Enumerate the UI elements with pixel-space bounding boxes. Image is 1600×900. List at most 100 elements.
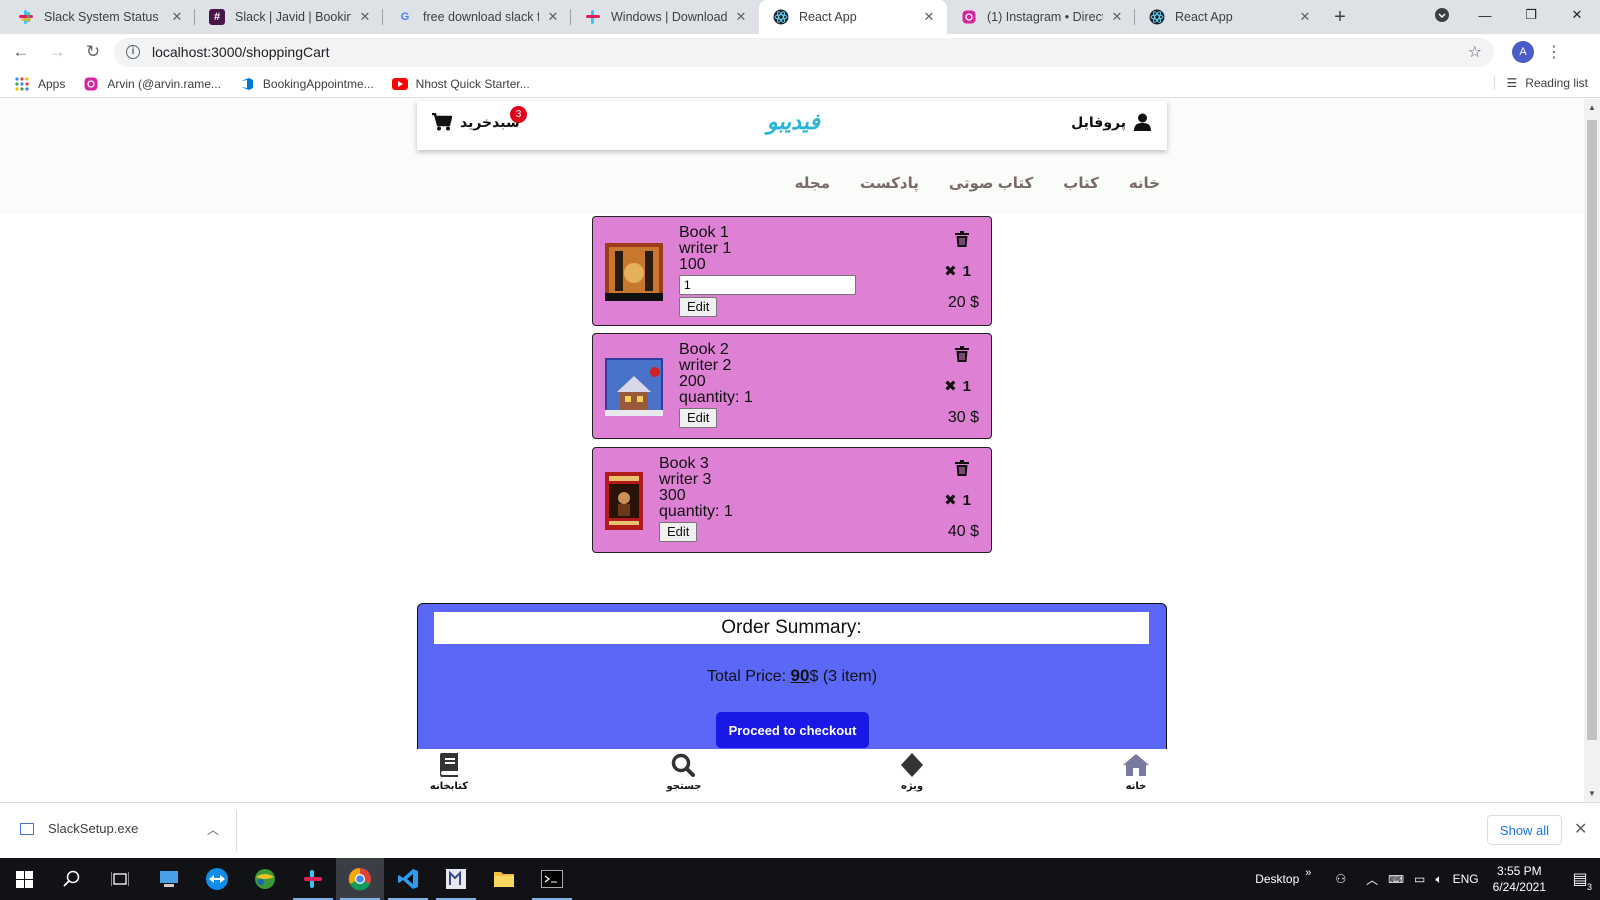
page-scrollbar[interactable]: ▲ ▼: [1584, 99, 1600, 802]
bookmark-instagram[interactable]: Arvin (@arvin.rame...: [83, 76, 221, 92]
nav-books[interactable]: کتاب: [1063, 174, 1099, 192]
edit-button[interactable]: Edit: [659, 522, 698, 542]
chrome-icon[interactable]: [346, 865, 374, 893]
profile-label: پروفایل: [1071, 113, 1126, 130]
close-icon[interactable]: ✕: [545, 9, 561, 25]
edit-button[interactable]: Edit: [679, 408, 718, 428]
bottom-nav-label: خانه: [1125, 781, 1147, 792]
address-bar[interactable]: i localhost:3000/shoppingCart ☆: [114, 37, 1494, 67]
profile-link[interactable]: پروفایل: [1071, 113, 1151, 131]
windows-start-icon[interactable]: [10, 865, 38, 893]
computer-app-icon[interactable]: [155, 865, 183, 893]
slack-icon[interactable]: [299, 865, 327, 893]
bookmarks-bar: Apps Arvin (@arvin.rame... BookingAppoin…: [0, 70, 1600, 98]
bookmark-nhost[interactable]: Nhost Quick Starter...: [391, 76, 530, 92]
show-all-button[interactable]: Show all: [1487, 815, 1562, 845]
search-icon: [671, 753, 695, 777]
notification-count: 3: [1586, 882, 1592, 892]
volume-icon[interactable]: 🔈︎: [1435, 872, 1442, 887]
download-item[interactable]: SlackSetup.exe: [20, 821, 138, 836]
tab-search-button[interactable]: [1422, 0, 1462, 30]
window-close-button[interactable]: ✕: [1554, 0, 1600, 30]
order-summary-title: Order Summary:: [434, 612, 1149, 644]
bookmark-booking[interactable]: BookingAppointme...: [239, 76, 374, 92]
proceed-to-checkout-button[interactable]: Proceed to checkout: [716, 712, 869, 748]
vscode-icon[interactable]: [394, 865, 422, 893]
browser-menu-icon[interactable]: ⋮: [1546, 42, 1562, 62]
close-icon[interactable]: ✕: [1574, 819, 1587, 839]
chevron-double-right-icon[interactable]: »: [1305, 867, 1311, 879]
language-indicator[interactable]: ENG: [1453, 872, 1479, 886]
info-icon[interactable]: i: [126, 45, 140, 59]
quantity-input[interactable]: [679, 275, 856, 295]
input-method-icon[interactable]: ⌨: [1388, 873, 1404, 886]
people-icon[interactable]: ⚇: [1335, 872, 1346, 886]
network-icon[interactable]: ▭: [1414, 872, 1425, 886]
exe-file-icon: [20, 822, 34, 835]
teamviewer-icon[interactable]: [203, 865, 231, 893]
window-controls: — ❐ ✕: [1422, 0, 1600, 34]
task-view-icon[interactable]: [106, 865, 134, 893]
close-icon[interactable]: ✕: [1297, 9, 1313, 25]
total-price-suffix: $ (3 item): [809, 668, 878, 685]
minimize-button[interactable]: —: [1462, 0, 1508, 30]
globe-app-icon[interactable]: [251, 865, 279, 893]
bottom-nav-home[interactable]: خانه: [1106, 753, 1166, 792]
profile-avatar[interactable]: A: [1512, 41, 1534, 63]
scroll-down-arrow[interactable]: ▼: [1588, 789, 1596, 798]
trash-icon[interactable]: [955, 231, 969, 247]
nav-home[interactable]: خانه: [1129, 174, 1160, 192]
reload-button[interactable]: ↻: [78, 37, 108, 67]
bookmark-star-icon[interactable]: ☆: [1468, 42, 1482, 62]
cart-link[interactable]: سبدخرید 3: [432, 106, 527, 131]
close-icon[interactable]: ✕: [921, 9, 937, 25]
instagram-icon: [961, 9, 977, 25]
bottom-nav-special[interactable]: ویژه: [882, 753, 942, 792]
close-icon[interactable]: ✕: [357, 9, 373, 25]
times-icon: ✖: [944, 263, 957, 280]
nav-magazine[interactable]: مجله: [795, 174, 830, 192]
notifications-button[interactable]: ▤ 3: [1560, 858, 1600, 900]
close-icon[interactable]: ✕: [169, 9, 185, 25]
tab-google-search[interactable]: G free download slack for ✕: [383, 0, 571, 34]
scrollbar-thumb[interactable]: [1587, 120, 1597, 740]
tab-slack-javid[interactable]: # Slack | Javid | BookingAp ✕: [195, 0, 383, 34]
line-total: 20 $: [947, 294, 979, 311]
chevron-up-icon[interactable]: ︿: [1366, 871, 1378, 888]
chevron-up-icon[interactable]: ︿: [207, 821, 219, 838]
site-logo[interactable]: فیدیبو: [767, 109, 821, 135]
back-button[interactable]: ←: [6, 37, 36, 67]
download-separator: [236, 811, 237, 851]
new-tab-button[interactable]: +: [1323, 0, 1357, 34]
bookmark-apps[interactable]: Apps: [14, 76, 65, 92]
tab-windows-downloads[interactable]: Windows | Downloads | ✕: [571, 0, 759, 34]
close-icon[interactable]: ✕: [733, 9, 749, 25]
scroll-up-arrow[interactable]: ▲: [1588, 103, 1596, 112]
bottom-nav-search[interactable]: جستجو: [654, 753, 714, 792]
site-header: سبدخرید 3 فیدیبو پروفایل: [417, 101, 1167, 150]
tab-instagram[interactable]: (1) Instagram • Direct ✕: [947, 0, 1135, 34]
reading-list-label: Reading list: [1525, 76, 1588, 90]
reading-list-button[interactable]: ☰ Reading list: [1493, 76, 1588, 90]
trash-icon[interactable]: [955, 346, 969, 362]
terminal-icon[interactable]: [538, 865, 566, 893]
edit-button[interactable]: Edit: [679, 297, 718, 317]
nav-podcast[interactable]: پادکست: [860, 174, 919, 192]
bottom-nav-label: کتابخانه: [429, 781, 469, 792]
tab-title: Slack | Javid | BookingAp: [235, 10, 351, 24]
clock[interactable]: 3:55 PM 6/24/2021: [1493, 863, 1546, 895]
forward-button[interactable]: →: [42, 37, 72, 67]
nav-audiobooks[interactable]: کتاب صوتی: [949, 174, 1033, 192]
tab-react-app-2[interactable]: React App ✕: [1135, 0, 1323, 34]
trash-icon[interactable]: [955, 460, 969, 476]
bottom-nav-library[interactable]: کتابخانه: [419, 753, 479, 792]
file-explorer-icon[interactable]: [490, 865, 518, 893]
book-quantity: quantity: 1: [679, 389, 753, 406]
tab-react-app-active[interactable]: React App ✕: [759, 0, 947, 34]
search-icon[interactable]: [58, 865, 86, 893]
notion-like-app-icon[interactable]: [442, 865, 470, 893]
close-icon[interactable]: ✕: [1109, 9, 1125, 25]
tab-slack-status[interactable]: Slack System Status ✕: [0, 0, 195, 34]
restore-button[interactable]: ❐: [1508, 0, 1554, 30]
desktop-toolbar-label[interactable]: Desktop: [1255, 872, 1299, 886]
